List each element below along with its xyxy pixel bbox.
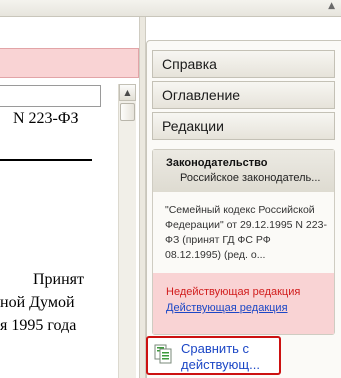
nav-help-button[interactable]: Справка [152, 50, 335, 78]
compare-with-current-button[interactable]: Сравнить с действующ... [146, 336, 281, 375]
document-scrollbar[interactable]: ▲ [118, 84, 136, 378]
document-header-frame [0, 85, 101, 107]
document-status-bar [0, 48, 139, 78]
scroll-up-button[interactable]: ▲ [119, 84, 136, 101]
compare-documents-icon [154, 344, 172, 364]
inactive-edition-label: Недействующая редакция [166, 286, 301, 298]
scroll-up-arrow-icon[interactable]: ▲ [328, 1, 335, 11]
top-toolbar: ▲ [0, 0, 341, 17]
scrollbar-thumb[interactable] [120, 103, 135, 121]
panel-splitter[interactable] [139, 17, 146, 378]
compare-button-label: Сравнить с действующ... [181, 341, 260, 372]
active-edition-link[interactable]: Действующая редакция [166, 302, 288, 314]
accepted-line-2: ной Думой [0, 294, 75, 311]
legislation-subtitle: Российское законодатель... [180, 172, 321, 184]
document-number: N 223-ФЗ [13, 110, 79, 127]
document-divider [0, 159, 92, 161]
accepted-line-3: я 1995 года [0, 317, 77, 334]
nav-editions-button[interactable]: Редакции [152, 112, 335, 140]
accepted-line-1: Принят [33, 271, 85, 288]
nav-contents-button[interactable]: Оглавление [152, 81, 335, 109]
legislation-title: Законодательство [166, 157, 268, 169]
document-description: "Семейный кодекс Российской Федерации" о… [165, 204, 327, 261]
